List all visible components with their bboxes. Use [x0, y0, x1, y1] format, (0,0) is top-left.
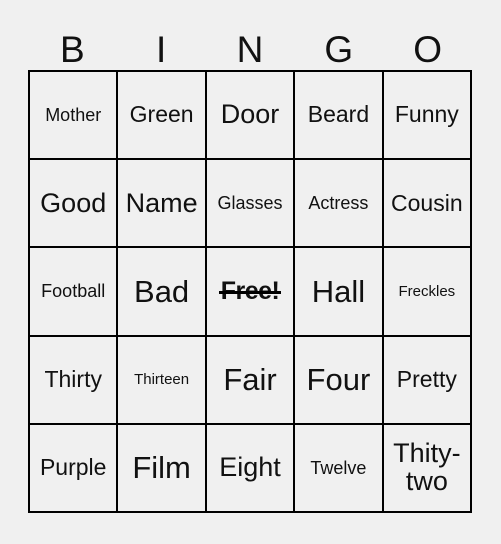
- bingo-square-label: Eight: [219, 452, 281, 483]
- bingo-square-label: Beard: [307, 101, 370, 128]
- bingo-square[interactable]: Purple: [30, 424, 119, 514]
- bingo-free-space[interactable]: Free!: [206, 248, 296, 337]
- bingo-header-letter-b: B: [60, 29, 85, 70]
- bingo-square[interactable]: Pretty: [383, 336, 473, 425]
- bingo-square[interactable]: Funny: [383, 72, 473, 161]
- bingo-square-label: Funny: [394, 101, 459, 128]
- bingo-grid: Mother Green Door Beard Funny Good Name Glasses…: [28, 70, 473, 514]
- bingo-row: Football Bad Free! Hall Freckles: [30, 248, 473, 337]
- bingo-square-label: Actress: [308, 193, 369, 214]
- bingo-square[interactable]: Twelve: [295, 424, 384, 514]
- bingo-square-label: Thirty: [44, 365, 102, 392]
- bingo-square[interactable]: Glasses: [206, 160, 296, 249]
- bingo-square[interactable]: Mother: [30, 72, 119, 161]
- bingo-header-letter-g: G: [324, 29, 354, 70]
- bingo-square-label: Film: [132, 450, 191, 486]
- bingo-square-label: Green: [129, 101, 194, 128]
- bingo-square[interactable]: Actress: [295, 160, 384, 249]
- bingo-square-label: Football: [41, 281, 106, 302]
- bingo-row: Purple Film Eight Twelve Thity-two: [30, 424, 473, 514]
- bingo-row: Thirty Thirteen Fair Four Pretty: [30, 336, 473, 425]
- bingo-square[interactable]: Name: [118, 160, 207, 249]
- bingo-square[interactable]: Film: [118, 424, 207, 514]
- bingo-square-label: Name: [125, 187, 198, 218]
- bingo-square-label: Twelve: [310, 457, 367, 478]
- bingo-card: BINGO Mother Green Door Beard Funny Good Name G…: [0, 0, 501, 544]
- bingo-square-label: Good: [40, 187, 107, 218]
- bingo-square-label: Free!: [220, 276, 280, 305]
- bingo-square-label: Mother: [45, 104, 102, 125]
- bingo-square[interactable]: Beard: [295, 72, 384, 161]
- bingo-square-label: Pretty: [396, 365, 457, 392]
- bingo-header-letter-o: O: [413, 29, 442, 70]
- bingo-square-label: Four: [306, 361, 371, 397]
- bingo-square[interactable]: Football: [30, 248, 119, 337]
- bingo-square-label: Fair: [223, 361, 277, 397]
- bingo-square[interactable]: Cousin: [383, 160, 473, 249]
- bingo-square[interactable]: Thirteen: [118, 336, 207, 425]
- bingo-square[interactable]: Eight: [206, 424, 296, 514]
- bingo-square-label: Freckles: [398, 282, 456, 300]
- bingo-square-label: Thirteen: [134, 371, 190, 389]
- bingo-square-label: Glasses: [217, 193, 283, 214]
- bingo-square-label: Purple: [39, 454, 107, 481]
- bingo-square[interactable]: Four: [295, 336, 384, 425]
- bingo-square-label: Hall: [311, 273, 366, 309]
- bingo-square[interactable]: Thirty: [30, 336, 119, 425]
- bingo-row: Good Name Glasses Actress Cousin: [30, 160, 473, 249]
- bingo-square[interactable]: Fair: [206, 336, 296, 425]
- bingo-header-letter-i: I: [156, 29, 167, 70]
- bingo-square-label: Bad: [134, 273, 190, 309]
- bingo-header-row: BINGO: [28, 18, 472, 70]
- bingo-header-letter-n: N: [236, 29, 264, 70]
- bingo-square[interactable]: Green: [118, 72, 207, 161]
- bingo-square[interactable]: Thity-two: [383, 424, 473, 514]
- bingo-square-label: Thity-two: [393, 438, 461, 496]
- bingo-square[interactable]: Freckles: [383, 248, 473, 337]
- bingo-square[interactable]: Bad: [118, 248, 207, 337]
- bingo-square[interactable]: Door: [206, 72, 296, 161]
- bingo-row: Mother Green Door Beard Funny: [30, 72, 473, 161]
- bingo-square[interactable]: Hall: [295, 248, 384, 337]
- bingo-square-label: Door: [220, 99, 280, 130]
- bingo-square[interactable]: Good: [30, 160, 119, 249]
- bingo-square-label: Cousin: [391, 189, 463, 216]
